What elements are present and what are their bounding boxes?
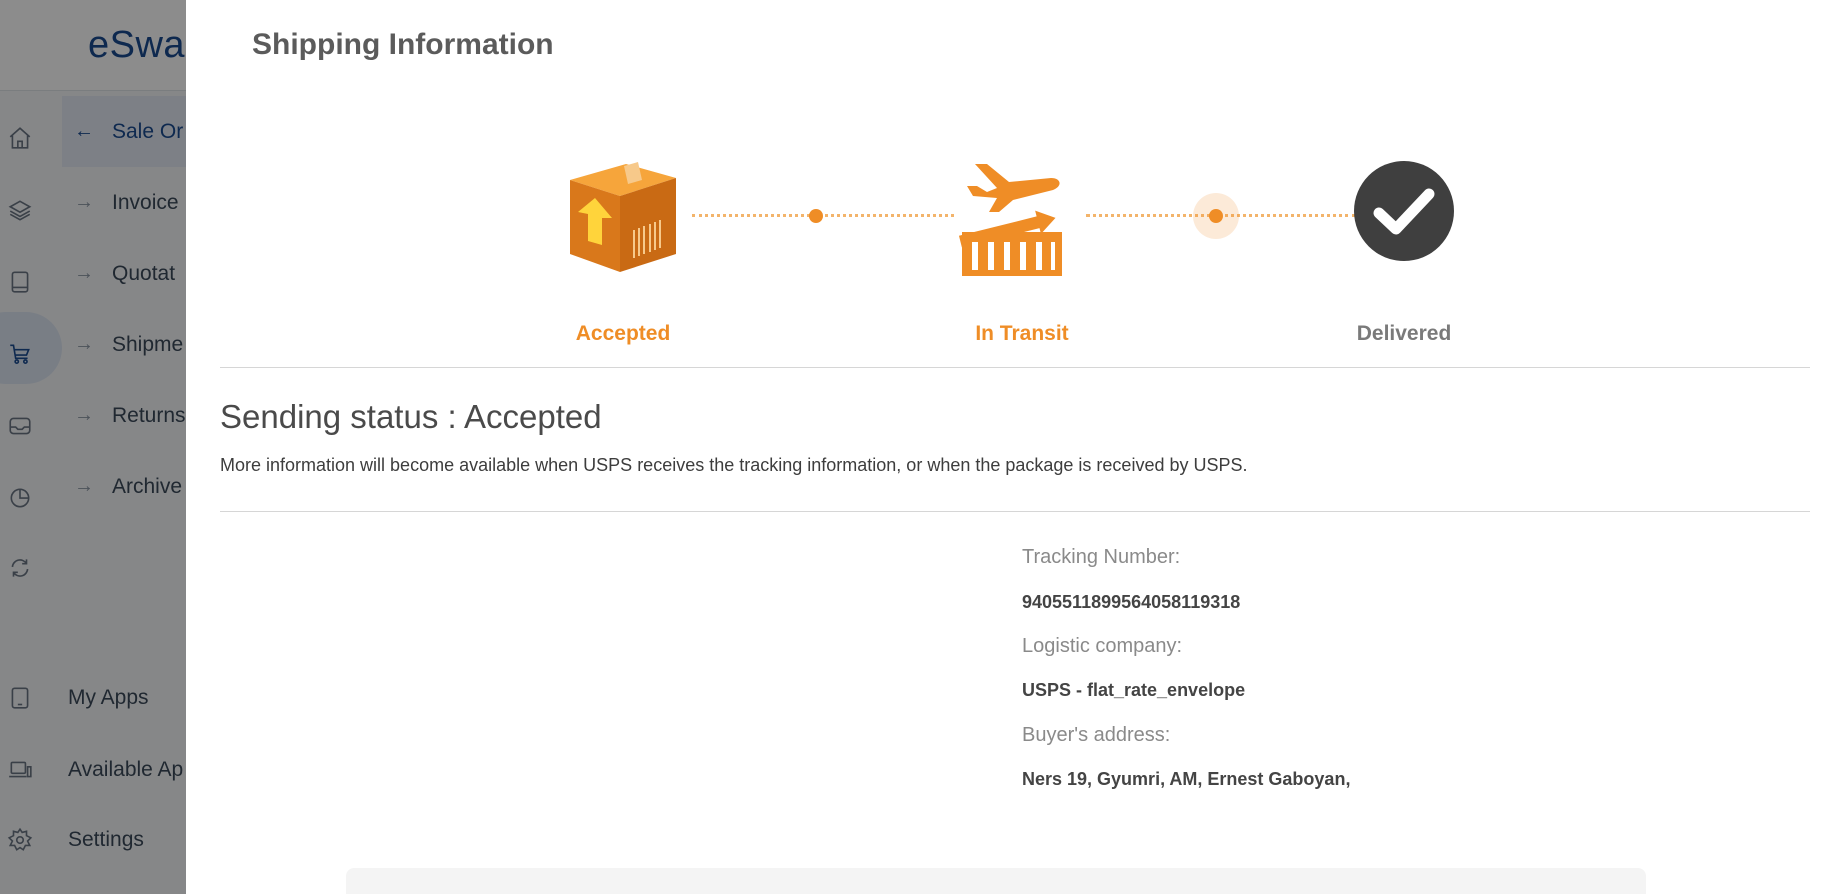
- progress-dot-current: [1209, 209, 1223, 223]
- buyer-address-value: Ners 19, Gyumri, AM, Ernest Gaboyan,: [1022, 769, 1351, 789]
- step-label-accepted: Accepted: [575, 322, 671, 345]
- sending-status-description: More information will become available w…: [220, 455, 1248, 475]
- tracking-number-label: Tracking Number:: [1022, 546, 1181, 568]
- package-icon: [570, 162, 676, 272]
- check-circle-icon: [1354, 161, 1454, 261]
- sending-status-title: Sending status : Accepted: [220, 398, 602, 435]
- divider: [220, 511, 1810, 512]
- logistic-company-label: Logistic company:: [1022, 635, 1183, 657]
- airplane-cargo-icon: [958, 164, 1062, 276]
- panel-title: Shipping Information: [252, 28, 554, 61]
- shipping-info-panel: Shipping Information Accepted In Transit…: [186, 0, 1833, 894]
- divider: [220, 367, 1810, 368]
- step-label-in-transit: In Transit: [975, 322, 1069, 345]
- step-label-delivered: Delivered: [1356, 322, 1452, 345]
- logistic-company-value: USPS - flat_rate_envelope: [1022, 680, 1246, 700]
- connector-line: [692, 214, 954, 221]
- shipping-progress: Accepted In Transit Delivered: [186, 140, 1833, 370]
- buyer-address-label: Buyer's address:: [1022, 724, 1171, 746]
- footer-area: [346, 868, 1646, 894]
- progress-dot: [809, 209, 823, 223]
- tracking-number-value: 9405511899564058119318: [1022, 592, 1241, 612]
